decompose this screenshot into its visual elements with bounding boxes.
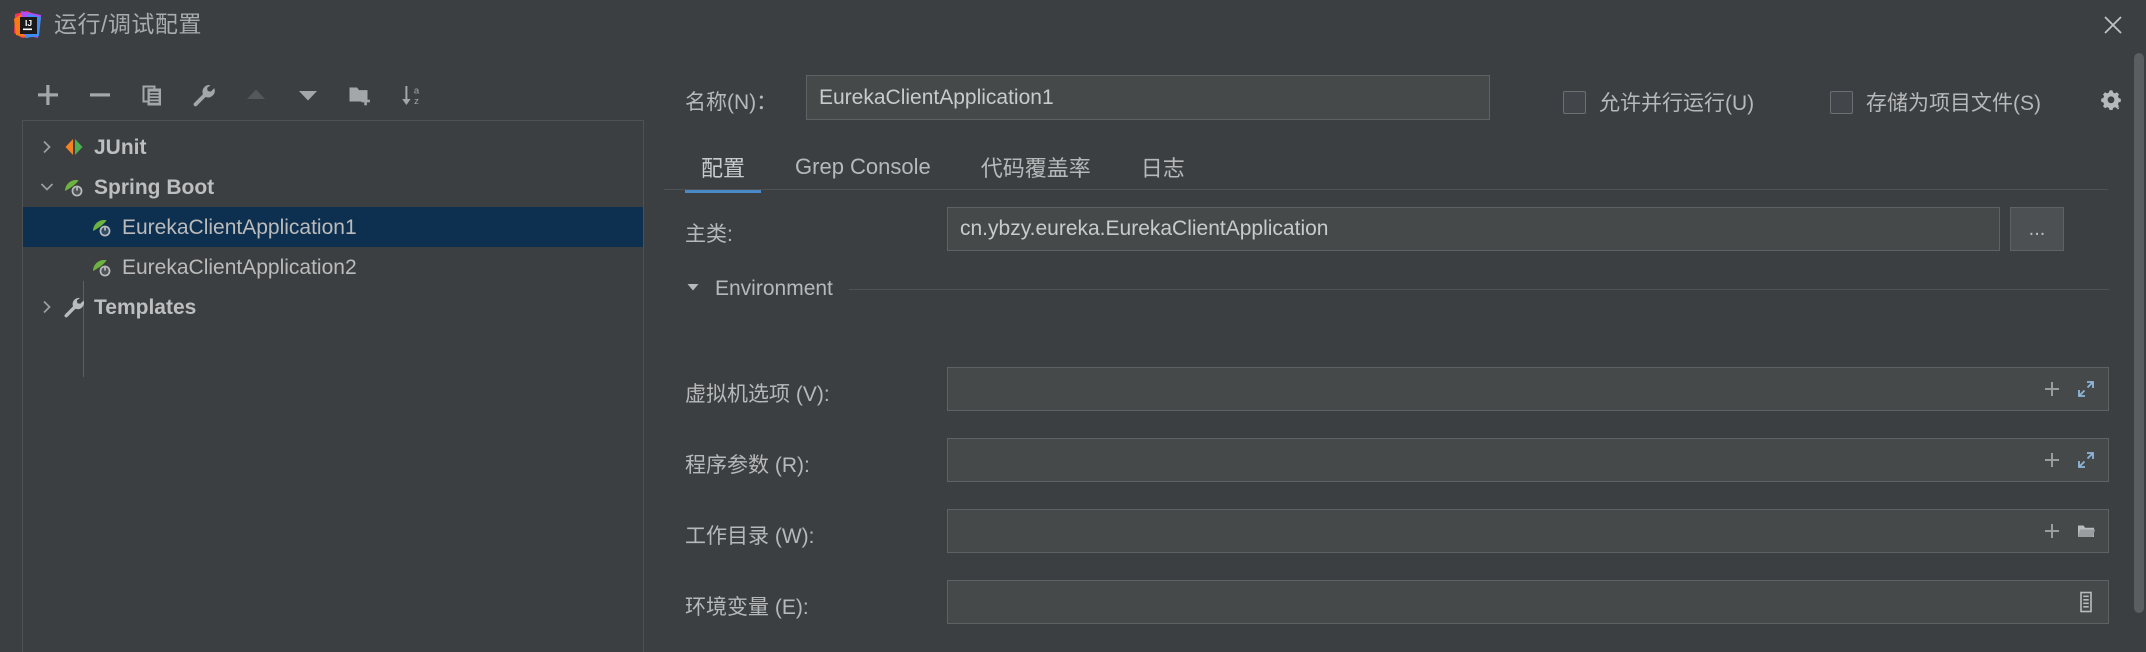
tree-item-templates[interactable]: Templates — [23, 287, 643, 327]
chevron-right-icon[interactable] — [33, 127, 61, 167]
svg-text:IJ: IJ — [25, 18, 32, 28]
configurations-toolbar: a z — [22, 74, 438, 116]
wrench-icon — [61, 294, 87, 320]
section-divider — [848, 288, 2109, 290]
store-as-project-file-checkbox[interactable]: 存储为项目文件(S) — [1830, 87, 2041, 117]
triangle-down-icon[interactable] — [685, 279, 701, 300]
working-directory-input[interactable] — [947, 509, 2109, 553]
tree-item-eurekaclientapplication2[interactable]: EurekaClientApplication2 — [23, 247, 643, 287]
title-bar: IJ 运行/调试配置 — [0, 0, 2146, 49]
program-arguments-label: 程序参数 (R): — [685, 454, 810, 477]
name-row: 名称(N)： EurekaClientApplication1 允许并行运行(U… — [664, 75, 2146, 120]
name-label: 名称(N)： — [685, 91, 778, 114]
environment-section-title: Environment — [715, 277, 833, 300]
tab-code-coverage[interactable]: 代码覆盖率 — [965, 140, 1107, 193]
environment-variables-label: 环境变量 (E): — [685, 596, 809, 619]
edit-templates-button[interactable] — [178, 75, 230, 115]
vm-options-label: 虚拟机选项 (V): — [685, 383, 830, 406]
working-directory-label: 工作目录 (W): — [685, 525, 815, 548]
tree-item-junit[interactable]: JUnit — [23, 127, 643, 167]
tree-item-label: EurekaClientApplication1 — [122, 215, 357, 239]
move-up-button[interactable] — [230, 75, 282, 115]
tree-item-label: Templates — [94, 295, 197, 319]
store-as-project-file-label: 存储为项目文件(S) — [1866, 92, 2041, 115]
folder-icon[interactable] — [2076, 521, 2096, 541]
remove-configuration-button[interactable] — [74, 75, 126, 115]
tree-item-label: JUnit — [94, 135, 147, 159]
program-arguments-row: 程序参数 (R): — [664, 438, 2146, 482]
tab-grep-console[interactable]: Grep Console — [779, 140, 947, 193]
allow-parallel-run-label: 允许并行运行(U) — [1599, 92, 1755, 115]
configuration-tabs: 配置 Grep Console 代码覆盖率 日志 — [664, 140, 2146, 193]
spring-boot-icon — [89, 214, 115, 240]
svg-text:a: a — [414, 86, 420, 97]
environment-section-header[interactable]: Environment — [685, 277, 2109, 301]
configuration-editor-panel: 名称(N)： EurekaClientApplication1 允许并行运行(U… — [664, 49, 2146, 652]
window-title: 运行/调试配置 — [54, 11, 202, 37]
environment-variables-row: 环境变量 (E): — [664, 580, 2146, 624]
checkbox-box — [1563, 90, 1586, 114]
tab-label: 配置 — [701, 155, 746, 181]
main-class-input[interactable]: cn.ybzy.eureka.EurekaClientApplication — [947, 207, 2000, 251]
tree-item-eurekaclientapplication1[interactable]: EurekaClientApplication1 — [23, 207, 643, 247]
copy-configuration-button[interactable] — [126, 75, 178, 115]
working-directory-row: 工作目录 (W): — [664, 509, 2146, 553]
name-input[interactable]: EurekaClientApplication1 — [806, 75, 1490, 120]
svg-text:z: z — [414, 96, 419, 107]
tree-item-label: EurekaClientApplication2 — [122, 255, 357, 279]
tree-item-label: Spring Boot — [94, 175, 215, 199]
tab-label: Grep Console — [795, 153, 931, 179]
checkbox-box — [1830, 90, 1853, 114]
junit-icon — [61, 134, 87, 160]
chevron-right-icon[interactable] — [33, 287, 61, 327]
main-class-browse-button[interactable]: ... — [2010, 207, 2064, 251]
tab-logs[interactable]: 日志 — [1125, 140, 1201, 193]
name-input-value: EurekaClientApplication1 — [819, 85, 1054, 109]
expand-icon[interactable] — [2076, 450, 2096, 470]
vm-options-row: 虚拟机选项 (V): — [664, 367, 2146, 411]
main-class-label: 主类: — [685, 223, 733, 246]
sort-configurations-button[interactable]: a z — [386, 75, 438, 115]
allow-parallel-run-checkbox[interactable]: 允许并行运行(U) — [1563, 87, 1754, 117]
spring-boot-icon — [89, 254, 115, 280]
chevron-down-icon[interactable] — [33, 167, 61, 207]
vertical-scrollbar[interactable] — [2132, 49, 2146, 652]
tab-label: 代码覆盖率 — [980, 155, 1091, 181]
spring-boot-icon — [61, 174, 87, 200]
plus-icon[interactable] — [2042, 521, 2062, 541]
main-class-value: cn.ybzy.eureka.EurekaClientApplication — [960, 217, 1329, 240]
tree-item-spring-boot[interactable]: Spring Boot — [23, 167, 643, 207]
move-down-button[interactable] — [282, 75, 334, 115]
program-arguments-input[interactable] — [947, 438, 2109, 482]
gear-icon[interactable] — [2098, 87, 2124, 118]
expand-icon[interactable] — [2076, 379, 2096, 399]
new-folder-button[interactable] — [334, 75, 386, 115]
environment-variables-input[interactable] — [947, 580, 2109, 624]
close-icon[interactable] — [2096, 8, 2130, 42]
vm-options-input[interactable] — [947, 367, 2109, 411]
list-icon[interactable] — [2076, 591, 2096, 613]
add-configuration-button[interactable] — [22, 75, 74, 115]
plus-icon[interactable] — [2042, 379, 2062, 399]
tab-label: 日志 — [1140, 155, 1185, 181]
intellij-idea-logo-icon: IJ — [14, 11, 41, 38]
scrollbar-thumb[interactable] — [2134, 53, 2144, 613]
tabs-divider — [664, 189, 2108, 190]
tab-configuration[interactable]: 配置 — [685, 140, 762, 193]
configurations-tree[interactable]: JUnit Spring Boot EurekaClientApplicatio… — [22, 120, 644, 652]
plus-icon[interactable] — [2042, 450, 2062, 470]
